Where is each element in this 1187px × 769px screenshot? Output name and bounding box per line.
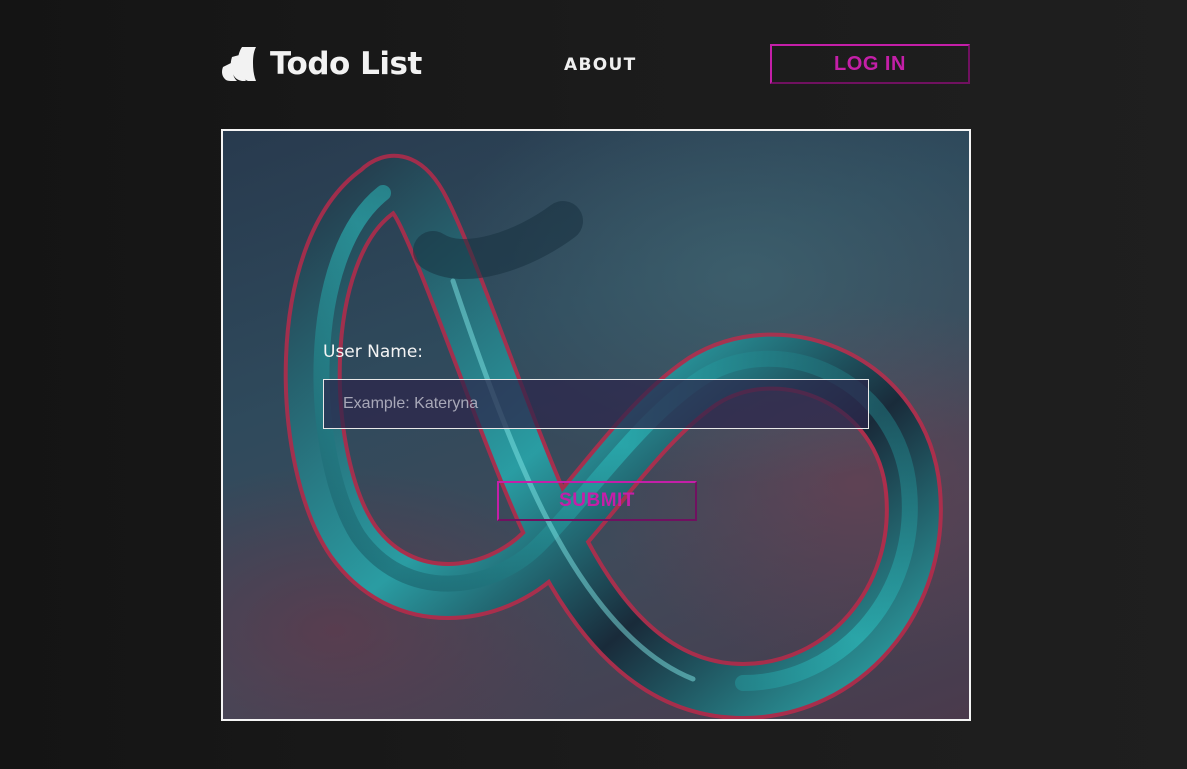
login-card: User Name: SUBMIT [221, 129, 971, 721]
login-button[interactable]: LOG IN [770, 44, 970, 84]
nav-about-link[interactable]: ABOUT [564, 54, 636, 76]
username-input[interactable] [323, 379, 869, 429]
app-title: Todo List [270, 46, 422, 82]
username-label: User Name: [323, 342, 424, 362]
login-form: User Name: SUBMIT [323, 341, 871, 521]
logo-mark-icon [222, 47, 256, 81]
header: Todo List ABOUT LOG IN [0, 0, 1187, 130]
logo-link[interactable]: Todo List [220, 44, 422, 84]
submit-button[interactable]: SUBMIT [497, 481, 697, 521]
